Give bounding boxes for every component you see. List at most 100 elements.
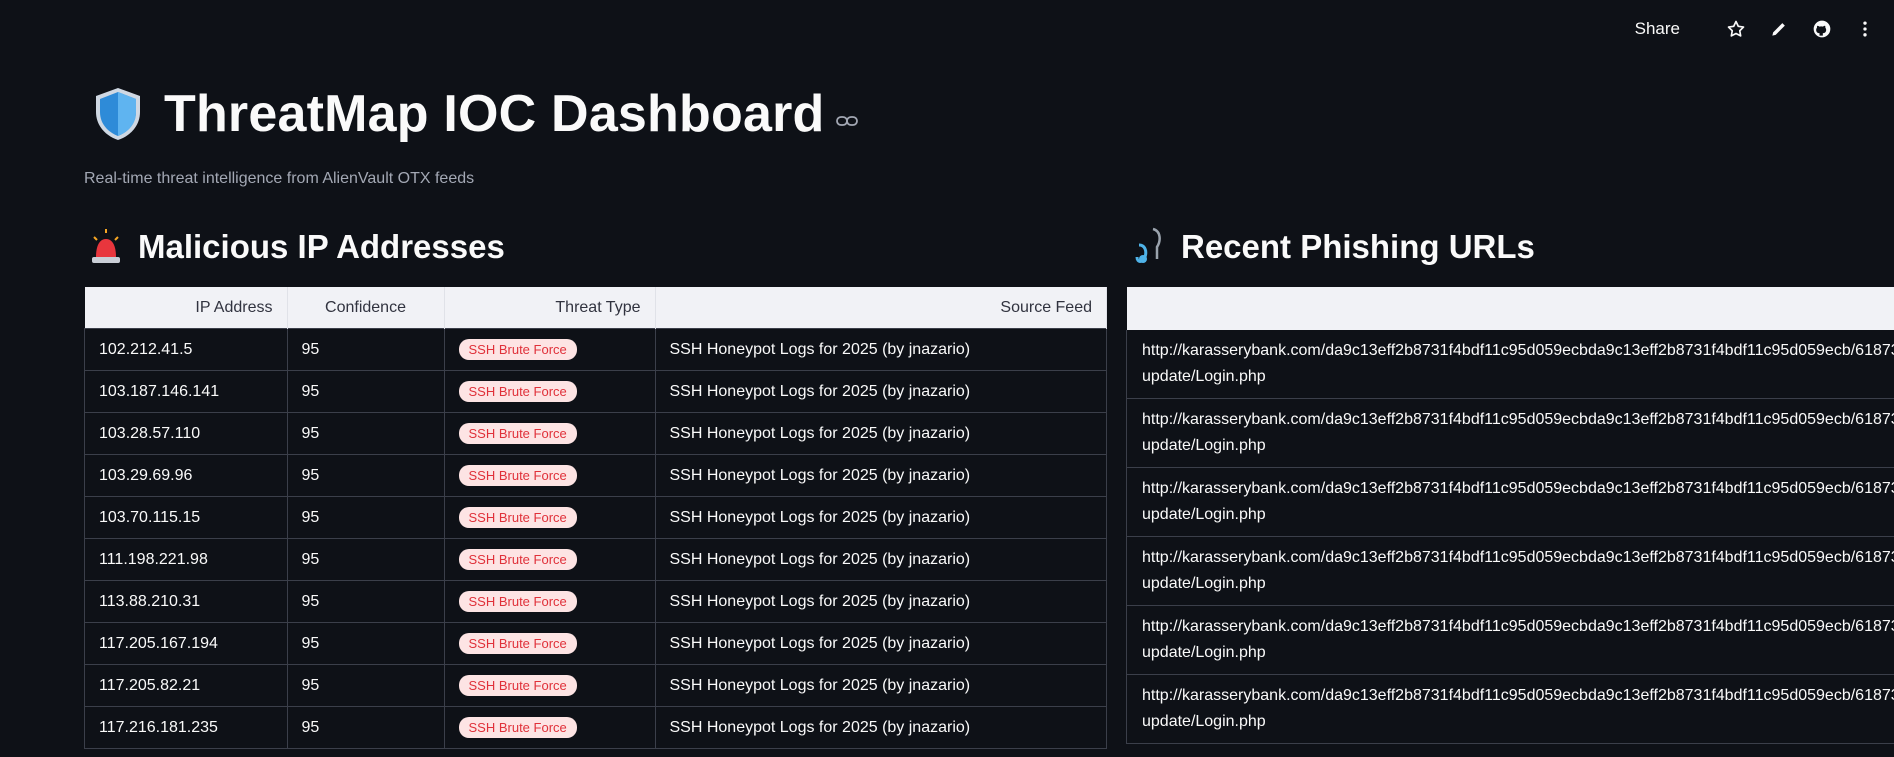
url-cell: http://karasserybank.com/da9c13eff2b8731… <box>1125 536 1894 606</box>
source-cell: SSH Honeypot Logs for 2025 (by jnazario) <box>654 622 1107 665</box>
ip-cell: 111.198.221.98 <box>84 538 288 581</box>
table-row[interactable]: 103.70.115.15 95 SSH Brute Force SSH Honeyp… <box>84 496 1107 539</box>
shield-icon <box>96 88 140 140</box>
table-row[interactable]: http://karasserybank.com/da9c13eff2b8731… <box>1125 467 1894 537</box>
url-cell: http://karasserybank.com/da9c13eff2b8731… <box>1125 330 1894 399</box>
ip-table: IP Address Confidence Threat Type Source… <box>84 287 1107 749</box>
table-row[interactable]: 117.205.82.21 95 SSH Brute Force SSH Honeyp… <box>84 664 1107 707</box>
confidence-cell: 95 <box>286 664 445 707</box>
confidence-cell: 95 <box>286 496 445 539</box>
col-header-ip[interactable]: IP Address <box>84 287 288 329</box>
source-cell: SSH Honeypot Logs for 2025 (by jnazario) <box>654 580 1107 623</box>
ip-table-header: IP Address Confidence Threat Type Source… <box>84 287 1107 329</box>
threat-badge: SSH Brute Force <box>458 633 577 654</box>
page-title: ThreatMap IOC Dashboard <box>164 85 825 143</box>
url-text: http://karasserybank.com/da9c13eff2b8731… <box>1142 687 1894 704</box>
url-table-header <box>1126 287 1894 330</box>
ip-cell: 103.70.115.15 <box>84 496 288 539</box>
url-text: http://karasserybank.com/da9c13eff2b8731… <box>1142 549 1894 566</box>
confidence-cell: 95 <box>286 580 445 623</box>
top-toolbar: Share <box>1635 0 1894 58</box>
table-row[interactable]: http://karasserybank.com/da9c13eff2b8731… <box>1125 674 1894 744</box>
table-row[interactable]: http://karasserybank.com/da9c13eff2b8731… <box>1125 330 1894 399</box>
table-row[interactable]: 113.88.210.31 95 SSH Brute Force SSH Honeyp… <box>84 580 1107 623</box>
url-text: http://karasserybank.com/da9c13eff2b8731… <box>1142 342 1894 359</box>
url-section-title: Recent Phishing URLs <box>1131 227 1535 267</box>
source-cell: SSH Honeypot Logs for 2025 (by jnazario) <box>654 496 1107 539</box>
threat-cell: SSH Brute Force <box>443 412 656 455</box>
share-button[interactable]: Share <box>1635 19 1680 39</box>
url-cell: http://karasserybank.com/da9c13eff2b8731… <box>1125 467 1894 537</box>
url-text-continued: update/Login.php <box>1142 437 1266 454</box>
col-header-url[interactable] <box>1126 287 1894 330</box>
col-header-threat[interactable]: Threat Type <box>444 287 656 329</box>
threat-badge: SSH Brute Force <box>458 717 577 738</box>
col-header-source[interactable]: Source Feed <box>655 287 1107 329</box>
table-row[interactable]: 117.205.167.194 95 SSH Brute Force SSH Hone… <box>84 622 1107 665</box>
source-cell: SSH Honeypot Logs for 2025 (by jnazario) <box>654 412 1107 455</box>
table-row[interactable]: 103.187.146.141 95 SSH Brute Force SSH Hone… <box>84 370 1107 413</box>
table-row[interactable]: 102.212.41.5 95 SSH Brute Force SSH Honeypo… <box>84 328 1107 371</box>
table-row[interactable]: 103.28.57.110 95 SSH Brute Force SSH Honeyp… <box>84 412 1107 455</box>
url-text-continued: update/Login.php <box>1142 506 1266 523</box>
confidence-cell: 95 <box>286 412 445 455</box>
ip-cell: 102.212.41.5 <box>84 328 288 371</box>
table-row[interactable]: http://karasserybank.com/da9c13eff2b8731… <box>1125 605 1894 675</box>
github-icon[interactable] <box>1811 18 1833 40</box>
page-subtitle: Real-time threat intelligence from Alien… <box>84 170 475 187</box>
link-icon[interactable] <box>836 114 859 128</box>
threat-cell: SSH Brute Force <box>443 370 656 413</box>
ip-section-label: Malicious IP Addresses <box>138 228 505 265</box>
ip-cell: 103.187.146.141 <box>84 370 288 413</box>
threat-cell: SSH Brute Force <box>443 664 656 707</box>
source-cell: SSH Honeypot Logs for 2025 (by jnazario) <box>654 454 1107 497</box>
ip-cell: 103.28.57.110 <box>84 412 288 455</box>
fishing-hook-icon <box>1135 227 1161 263</box>
page-header: ThreatMap IOC Dashboard <box>92 84 859 144</box>
threat-badge: SSH Brute Force <box>458 675 577 696</box>
threat-cell: SSH Brute Force <box>443 328 656 371</box>
table-row[interactable]: 103.29.69.96 95 SSH Brute Force SSH Honeypo… <box>84 454 1107 497</box>
col-header-confidence[interactable]: Confidence <box>287 287 445 329</box>
table-row[interactable]: http://karasserybank.com/da9c13eff2b8731… <box>1125 398 1894 468</box>
url-text-continued: update/Login.php <box>1142 368 1266 385</box>
threat-badge: SSH Brute Force <box>458 549 577 570</box>
url-cell: http://karasserybank.com/da9c13eff2b8731… <box>1125 674 1894 744</box>
threat-badge: SSH Brute Force <box>458 465 577 486</box>
phishing-url-table: http://karasserybank.com/da9c13eff2b8731… <box>1125 287 1894 744</box>
threat-badge: SSH Brute Force <box>458 591 577 612</box>
source-cell: SSH Honeypot Logs for 2025 (by jnazario) <box>654 706 1107 749</box>
url-cell: http://karasserybank.com/da9c13eff2b8731… <box>1125 398 1894 468</box>
ip-section-title: Malicious IP Addresses <box>88 227 505 267</box>
more-icon[interactable] <box>1854 18 1876 40</box>
source-cell: SSH Honeypot Logs for 2025 (by jnazario) <box>654 664 1107 707</box>
threat-cell: SSH Brute Force <box>443 706 656 749</box>
url-table-body: http://karasserybank.com/da9c13eff2b8731… <box>1125 330 1894 744</box>
url-text: http://karasserybank.com/da9c13eff2b8731… <box>1142 411 1894 428</box>
source-cell: SSH Honeypot Logs for 2025 (by jnazario) <box>654 538 1107 581</box>
url-text: http://karasserybank.com/da9c13eff2b8731… <box>1142 618 1894 635</box>
url-section-label: Recent Phishing URLs <box>1181 228 1535 265</box>
confidence-cell: 95 <box>286 370 445 413</box>
ip-table-body: 102.212.41.5 95 SSH Brute Force SSH Honeypo… <box>84 328 1107 749</box>
threat-cell: SSH Brute Force <box>443 454 656 497</box>
table-row[interactable]: http://karasserybank.com/da9c13eff2b8731… <box>1125 536 1894 606</box>
ip-cell: 117.205.167.194 <box>84 622 288 665</box>
threat-badge: SSH Brute Force <box>458 507 577 528</box>
source-cell: SSH Honeypot Logs for 2025 (by jnazario) <box>654 370 1107 413</box>
ip-cell: 113.88.210.31 <box>84 580 288 623</box>
edit-icon[interactable] <box>1768 18 1790 40</box>
table-row[interactable]: 111.198.221.98 95 SSH Brute Force SSH Honey… <box>84 538 1107 581</box>
confidence-cell: 95 <box>286 538 445 581</box>
threat-cell: SSH Brute Force <box>443 496 656 539</box>
url-cell: http://karasserybank.com/da9c13eff2b8731… <box>1125 605 1894 675</box>
table-row[interactable]: 117.216.181.235 95 SSH Brute Force SSH Hone… <box>84 706 1107 749</box>
ip-cell: 117.216.181.235 <box>84 706 288 749</box>
url-text-continued: update/Login.php <box>1142 713 1266 730</box>
threat-badge: SSH Brute Force <box>458 381 577 402</box>
confidence-cell: 95 <box>286 706 445 749</box>
url-text-continued: update/Login.php <box>1142 575 1266 592</box>
star-icon[interactable] <box>1725 18 1747 40</box>
ip-cell: 117.205.82.21 <box>84 664 288 707</box>
source-cell: SSH Honeypot Logs for 2025 (by jnazario) <box>654 328 1107 371</box>
